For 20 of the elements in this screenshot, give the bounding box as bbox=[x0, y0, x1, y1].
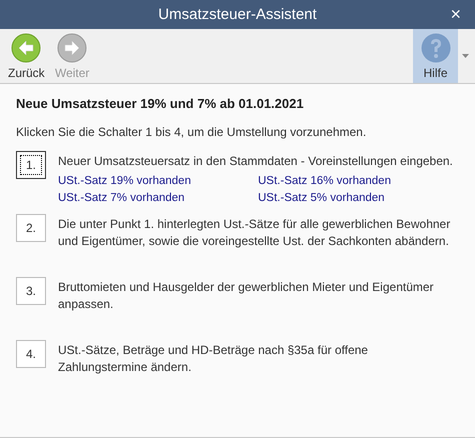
step-description: Die unter Punkt 1. hinterlegten Ust.-Sätze für alle gewerblichen Bewohner und Eigentümer, sowie die voreingestellte Ust. der Sachkonten abändern. bbox=[58, 216, 452, 250]
tax-rate-status: USt.-Satz 19% vorhanden bbox=[58, 175, 192, 187]
instruction-text: Klicken Sie die Schalter 1 bis 4, um die Umstellung vorzunehmen. bbox=[16, 125, 368, 139]
step-button[interactable]: 2. bbox=[16, 214, 46, 242]
heading: Neue Umsatzsteuer 19% und 7% ab 01.01.2021 bbox=[16, 96, 305, 111]
step-button[interactable]: 4. bbox=[16, 340, 46, 368]
dropdown-arrow-icon[interactable] bbox=[462, 54, 469, 58]
close-button[interactable]: × bbox=[446, 5, 465, 23]
step-description: Bruttomieten und Hausgelder der gewerblichen Mieter und Eigentümer anpassen. bbox=[58, 279, 435, 313]
tax-rate-status: USt.-Satz 7% vorhanden bbox=[58, 192, 186, 204]
step-description: USt.-Sätze, Beträge und HD-Beträge nach §35a für offene Zahlungstermine ändern. bbox=[58, 342, 369, 376]
tax-rate-status: USt.-Satz 16% vorhanden bbox=[258, 175, 392, 187]
step-button[interactable]: 3. bbox=[16, 277, 46, 305]
help-button[interactable]: Hilfe bbox=[413, 29, 458, 83]
back-button[interactable]: Zurück bbox=[3, 29, 50, 83]
tax-rate-status: USt.-Satz 5% vorhanden bbox=[258, 192, 386, 204]
window-title: Umsatzsteuer-Assistent bbox=[158, 6, 317, 23]
help-icon bbox=[420, 33, 450, 63]
step-description: Neuer Umsatzsteuersatz in den Stammdaten - Voreinstellungen eingeben. bbox=[58, 153, 454, 170]
step-button[interactable]: 1. bbox=[16, 151, 46, 179]
